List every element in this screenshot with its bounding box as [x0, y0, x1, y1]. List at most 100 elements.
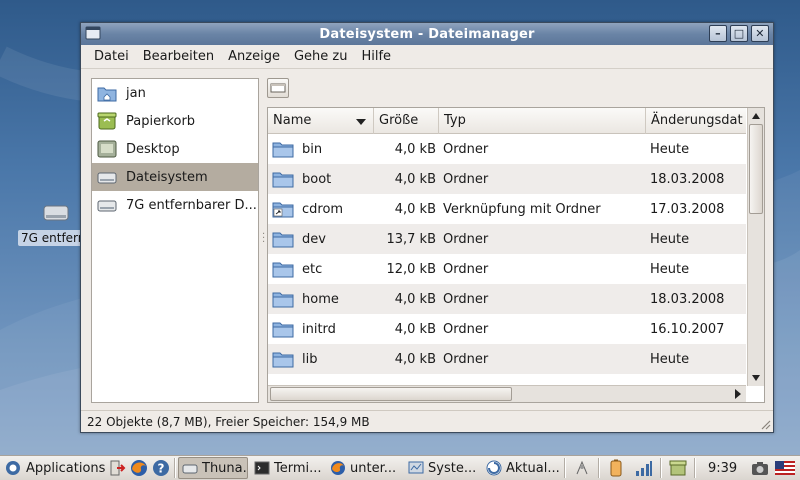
- file-rows: bin 4,0 kB Ordner Heute boot 4,0 kB Ordn…: [268, 134, 746, 374]
- file-size: 4,0 kB: [394, 321, 436, 337]
- help-icon: ?: [153, 460, 169, 476]
- file-manager-window: Dateisystem - Dateimanager – □ ✕ Datei B…: [80, 22, 774, 433]
- file-date: Heute: [650, 351, 690, 367]
- table-row[interactable]: dev 13,7 kB Ordner Heute: [268, 224, 746, 254]
- file-list: Name Größe Typ Änderungsdat bin 4,0 kB O…: [267, 107, 765, 403]
- table-row[interactable]: cdrom 4,0 kB Verknüpfung mit Ordner 17.0…: [268, 194, 746, 224]
- resize-grip-icon[interactable]: [759, 418, 771, 430]
- task-thunar[interactable]: Thuna...: [178, 457, 248, 479]
- clock[interactable]: 9:39: [698, 461, 747, 476]
- window-menu-icon[interactable]: [85, 26, 101, 40]
- file-type: Ordner: [443, 231, 489, 247]
- network-icon[interactable]: [573, 459, 591, 477]
- file-size: 12,0 kB: [386, 261, 436, 277]
- firefox-icon: [331, 461, 345, 475]
- column-header-date[interactable]: Änderungsdat: [646, 108, 746, 134]
- file-date: 18.03.2008: [650, 171, 725, 187]
- scroll-up-button[interactable]: [748, 108, 764, 124]
- camera-icon[interactable]: [751, 459, 769, 477]
- menu-bar: Datei Bearbeiten Anzeige Gehe zu Hilfe: [81, 45, 773, 69]
- file-type: Ordner: [443, 351, 489, 367]
- taskbar: Applications ? Thuna... Termi... unter..…: [0, 455, 800, 480]
- logout-icon: [110, 460, 126, 476]
- file-name: initrd: [302, 321, 336, 337]
- task-label: Termi...: [274, 460, 322, 476]
- sidebar-item-dateisystem[interactable]: Dateisystem: [92, 163, 258, 191]
- folder-icon: [272, 262, 294, 278]
- vertical-scroll-thumb[interactable]: [749, 124, 763, 214]
- signal-strength-icon[interactable]: [635, 459, 653, 477]
- sidebar-item-label: Desktop: [126, 141, 180, 157]
- table-row[interactable]: initrd 4,0 kB Ordner 16.10.2007: [268, 314, 746, 344]
- title-bar[interactable]: Dateisystem - Dateimanager – □ ✕: [81, 23, 773, 45]
- file-type: Ordner: [443, 141, 489, 157]
- column-header-size[interactable]: Größe: [374, 108, 439, 134]
- sidebar-item-label: Papierkorb: [126, 113, 196, 129]
- task-label: unter...: [350, 460, 397, 476]
- sidebar-item-removable-drive[interactable]: 7G entfernbarer D...: [92, 191, 258, 219]
- taskbar-separator: [174, 458, 176, 478]
- task-terminal[interactable]: Termi...: [250, 457, 324, 479]
- status-text: 22 Objekte (8,7 MB), Freier Speicher: 15…: [87, 415, 370, 429]
- column-header-row: Name Größe Typ Änderungsdat: [268, 108, 746, 134]
- help-launcher[interactable]: ?: [150, 457, 172, 479]
- maximize-button[interactable]: □: [730, 25, 748, 42]
- taskbar-separator: [660, 458, 662, 478]
- table-row[interactable]: home 4,0 kB Ordner 18.03.2008: [268, 284, 746, 314]
- arrow-up-icon: [752, 113, 760, 119]
- battery-icon[interactable]: [607, 459, 625, 477]
- horizontal-scroll-thumb[interactable]: [270, 387, 512, 401]
- file-type: Ordner: [443, 291, 489, 307]
- archive-icon[interactable]: [669, 459, 687, 477]
- menu-bearbeiten[interactable]: Bearbeiten: [136, 49, 221, 64]
- system-monitor-icon: [408, 461, 424, 474]
- pane-splitter[interactable]: · · ·: [262, 230, 266, 248]
- arrow-right-icon[interactable]: [732, 388, 744, 400]
- desktop-icon: [97, 140, 117, 158]
- task-label: Thuna...: [202, 460, 247, 476]
- menu-datei[interactable]: Datei: [87, 49, 136, 64]
- table-row[interactable]: boot 4,0 kB Ordner 18.03.2008: [268, 164, 746, 194]
- folder-icon: [272, 322, 294, 338]
- task-system[interactable]: Syste...: [404, 457, 480, 479]
- desktop-icon-removable-drive[interactable]: 7G entfernbarer D...: [18, 200, 88, 260]
- task-label: Syste...: [428, 460, 477, 476]
- xfce-mouse-icon: [6, 461, 20, 475]
- file-name: etc: [302, 261, 323, 277]
- horizontal-scrollbar[interactable]: [268, 385, 746, 402]
- us-flag-icon[interactable]: [775, 461, 796, 475]
- menu-hilfe[interactable]: Hilfe: [354, 49, 398, 64]
- task-update[interactable]: Aktual...: [482, 457, 560, 479]
- sidebar-item-papierkorb[interactable]: Papierkorb: [92, 107, 258, 135]
- scroll-down-button[interactable]: [748, 370, 764, 386]
- firefox-launcher[interactable]: [128, 457, 150, 479]
- logout-launcher[interactable]: [106, 457, 128, 479]
- file-size: 4,0 kB: [394, 291, 436, 307]
- taskbar-separator: [694, 458, 696, 478]
- location-toggle-button[interactable]: [267, 78, 289, 98]
- column-header-name[interactable]: Name: [268, 108, 374, 134]
- terminal-icon: [254, 461, 270, 475]
- sidebar-item-jan[interactable]: jan: [92, 79, 258, 107]
- update-icon: [486, 460, 502, 476]
- close-button[interactable]: ✕: [751, 25, 769, 42]
- arrow-down-icon: [752, 375, 760, 381]
- vertical-scrollbar[interactable]: [747, 108, 764, 386]
- minimize-button[interactable]: –: [709, 25, 727, 42]
- harddisk-icon: [97, 172, 117, 184]
- menu-gehe-zu[interactable]: Gehe zu: [287, 49, 355, 64]
- file-type: Ordner: [443, 171, 489, 187]
- menu-anzeige[interactable]: Anzeige: [221, 49, 287, 64]
- applications-menu-button[interactable]: Applications: [0, 459, 106, 477]
- sidebar-item-desktop[interactable]: Desktop: [92, 135, 258, 163]
- table-row[interactable]: etc 12,0 kB Ordner Heute: [268, 254, 746, 284]
- column-header-type[interactable]: Typ: [439, 108, 646, 134]
- table-row[interactable]: bin 4,0 kB Ordner Heute: [268, 134, 746, 164]
- task-browser[interactable]: unter...: [326, 457, 402, 479]
- desktop-icon-label: 7G entfernbarer D...: [18, 230, 86, 246]
- file-date: Heute: [650, 141, 690, 157]
- file-type: Ordner: [443, 261, 489, 277]
- file-name: home: [302, 291, 339, 307]
- file-name: dev: [302, 231, 326, 247]
- table-row[interactable]: lib 4,0 kB Ordner Heute: [268, 344, 746, 374]
